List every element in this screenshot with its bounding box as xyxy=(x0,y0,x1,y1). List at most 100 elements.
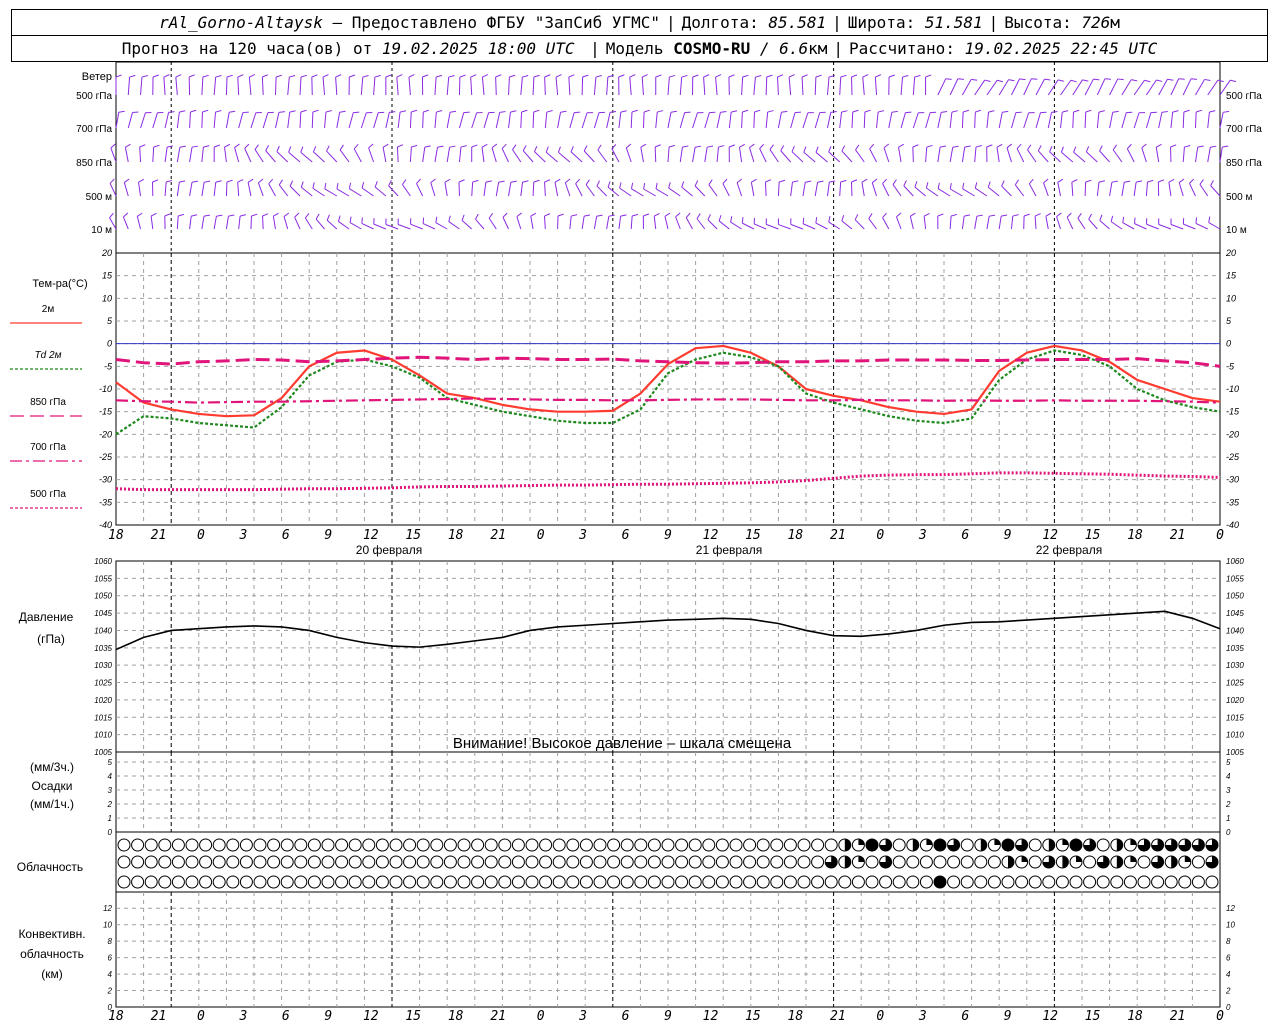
wind-barb-feather xyxy=(1098,180,1105,183)
wind-barb-feather xyxy=(1008,79,1015,82)
wind-barb-feather xyxy=(692,74,699,78)
precip-tick-label-right: 5 xyxy=(1226,758,1231,767)
wind-barb-staff xyxy=(593,112,600,129)
wind-barb-staff xyxy=(668,187,681,197)
wind-barb-feather xyxy=(742,109,749,113)
cloud-circle-fill xyxy=(1021,856,1028,862)
wind-barb-feather xyxy=(237,74,244,78)
wind-barb-feather xyxy=(1156,79,1163,82)
wind-barb-feather xyxy=(110,143,116,149)
wind-barb-staff xyxy=(502,217,509,230)
wind-barb-feather xyxy=(475,213,479,220)
wind-barb-feather xyxy=(450,110,457,113)
wind-barb-staff xyxy=(778,224,791,230)
wind-barb-staff xyxy=(630,215,633,230)
wind-barb-feather xyxy=(1027,144,1032,150)
wind-barb-feather xyxy=(914,74,921,78)
wind-barb-staff xyxy=(495,182,500,197)
wind-barb-feather xyxy=(854,214,859,220)
wind-barb-staff xyxy=(283,216,289,230)
cloud-circle xyxy=(403,875,417,889)
cloud-circle xyxy=(253,855,267,869)
wind-barb-staff xyxy=(803,223,816,230)
wind-barb-staff xyxy=(1170,224,1184,230)
wind-barb-staff xyxy=(555,77,559,96)
cloud-circle xyxy=(267,855,281,869)
wind-barb-feather xyxy=(555,74,562,78)
pressure-tick-label-right: 1015 xyxy=(1226,713,1244,722)
wind-barb-feather xyxy=(315,213,320,220)
wind-barb-staff xyxy=(692,112,698,129)
wind-barb-staff xyxy=(664,216,669,230)
wind-barb-staff xyxy=(766,223,779,230)
wind-barb-feather xyxy=(399,110,407,113)
wind-barb-staff xyxy=(696,218,706,230)
wind-barb-feather xyxy=(300,181,304,188)
wind-barb-staff xyxy=(788,77,792,96)
wind-barb-feather xyxy=(1156,143,1162,148)
cloud-circle xyxy=(294,875,308,889)
wind-barb-staff xyxy=(238,112,244,129)
wind-barb-feather xyxy=(643,213,650,217)
wind-barb-staff xyxy=(152,146,155,163)
wind-barb-feather xyxy=(512,144,517,150)
wind-barb-feather xyxy=(202,109,209,113)
wind-barb-feather xyxy=(964,214,971,217)
cloud-circle-fill xyxy=(858,856,865,862)
cloud-circle-fill xyxy=(844,856,851,868)
wind-barb-feather xyxy=(228,214,235,217)
wind-barb-feather xyxy=(696,213,701,219)
wind-barb-feather xyxy=(460,145,467,148)
wind-barb-staff xyxy=(257,182,264,197)
wind-barb-feather xyxy=(608,214,615,217)
wind-barb-staff xyxy=(201,111,203,129)
wind-barb-staff xyxy=(801,76,804,96)
wind-barb-feather xyxy=(805,180,812,183)
cloud-circle-fill xyxy=(858,839,865,845)
wind-barb-staff xyxy=(471,112,478,129)
cloud-circle xyxy=(770,838,784,852)
cloud-circle xyxy=(579,855,593,869)
wind-barb-staff xyxy=(201,77,204,96)
wind-barb-feather xyxy=(382,143,389,148)
cloud-circle xyxy=(797,875,811,889)
wind-barb-feather xyxy=(828,146,832,153)
wind-barb-feather xyxy=(629,74,636,78)
cloud-circle xyxy=(919,875,933,889)
wind-barb-staff xyxy=(532,76,535,96)
wind-barb-feather xyxy=(607,181,611,188)
wind-barb-feather xyxy=(685,212,691,218)
wind-barb-staff xyxy=(765,112,769,129)
wind-barb-staff xyxy=(234,147,240,163)
wind-barb-feather xyxy=(595,75,602,78)
pressure-tick-label-right: 1050 xyxy=(1226,592,1244,601)
wind-barb-feather xyxy=(498,180,505,183)
wind-barb-staff xyxy=(140,77,143,96)
wind-barb-feather xyxy=(118,110,125,113)
cloud-circle xyxy=(974,855,988,869)
wind-barb-feather xyxy=(565,178,571,184)
wind-barb-staff xyxy=(882,183,890,197)
wind-barb-staff xyxy=(575,183,583,197)
wind-barb-staff xyxy=(189,111,191,129)
precip-tick-label-left: 4 xyxy=(108,772,113,781)
wind-barb-feather xyxy=(654,144,661,148)
wind-barb-staff xyxy=(250,112,257,129)
wind-barb-feather xyxy=(408,74,415,78)
wind-barb-feather xyxy=(1019,78,1026,81)
cloud-circle xyxy=(117,875,131,889)
wind-barb-feather xyxy=(1006,143,1013,149)
wind-barb-staff xyxy=(516,216,522,230)
wind-barb-staff xyxy=(324,112,327,129)
cloud-circle xyxy=(579,838,593,852)
wind-barb-staff xyxy=(488,217,497,230)
wind-barb-staff xyxy=(974,111,976,129)
wind-barb-staff xyxy=(152,112,158,129)
wind-barb-staff xyxy=(1121,112,1127,129)
cloud-circle xyxy=(688,875,702,889)
cloud-circle-fill xyxy=(994,839,1001,845)
wind-barb-staff xyxy=(937,188,951,197)
wind-barb-staff xyxy=(278,184,289,197)
time-tick-label-bottom: 15 xyxy=(405,1009,421,1024)
wind-barb-staff xyxy=(961,216,965,230)
